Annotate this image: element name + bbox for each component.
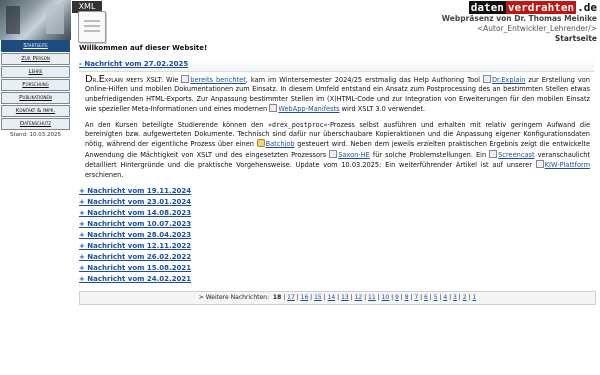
sidebar-item-zur-person[interactable]: Zur Person [1, 53, 70, 65]
link-kiw-plattform[interactable]: KIW-Plattform [545, 161, 590, 169]
pagination-link[interactable]: 14 [328, 294, 336, 301]
sidebar-item-publikationen[interactable]: Publikationen [1, 92, 70, 104]
last-updated: Stand: 10.03.2025 [9, 132, 62, 138]
sidebar-item-lehre[interactable]: Lehre [1, 66, 70, 78]
pagination-link[interactable]: 1 [472, 294, 476, 301]
logo-part-daten: daten [468, 1, 506, 14]
document-page-icon [78, 11, 106, 43]
news-toggle-item[interactable]: + Nachricht vom 14.08.2023 [79, 208, 594, 219]
logo-part-de: .de [577, 1, 597, 14]
main-content: Willkommen auf dieser Website! - Nachric… [79, 44, 596, 306]
photo-shelf-shape-2 [46, 4, 64, 34]
pagination-link[interactable]: 10 [382, 294, 390, 301]
link-saxon-he[interactable]: Saxon-HE [338, 151, 370, 159]
external-link-icon [535, 160, 544, 169]
pagination-link[interactable]: 5 [434, 294, 438, 301]
sidebar-item-forschung[interactable]: Forschung [1, 79, 70, 91]
logo-part-verdrahten: verdrahten [505, 1, 577, 14]
process-name-code: drex_postproc [272, 120, 324, 129]
news-toggle-item[interactable]: + Nachricht vom 15.08.2021 [79, 263, 594, 274]
pagination-link[interactable]: 16 [301, 294, 309, 301]
article-paragraph-1: Dr.Explain meets XSLT: Wie bereits beric… [85, 74, 590, 114]
current-page-label: Startseite [554, 34, 597, 43]
pagination-link[interactable]: 6 [424, 294, 428, 301]
link-screencast[interactable]: Screencast [498, 151, 534, 159]
pagination-link[interactable]: 7 [414, 294, 418, 301]
pagination-link[interactable]: 3 [453, 294, 457, 301]
site-owner: Webpräsenz von Dr. Thomas Meinike [441, 14, 597, 23]
photo-shelf-shape [6, 6, 20, 34]
news-toggle-item[interactable]: + Nachricht vom 24.02.2021 [79, 274, 594, 285]
news-toggle-item[interactable]: + Nachricht vom 12.11.2022 [79, 241, 594, 252]
pagination-link[interactable]: 4 [443, 294, 447, 301]
news-toggle-item[interactable]: + Nachricht vom 28.04.2023 [79, 230, 594, 241]
pagination-link[interactable]: 13 [341, 294, 349, 301]
pagination-current-page: 18 [272, 294, 282, 302]
link-webapp-manifests[interactable]: WebApp-Manifests [278, 105, 339, 113]
gear-icon [256, 139, 265, 148]
header-photo [0, 0, 71, 40]
pagination-link[interactable]: 9 [395, 294, 399, 301]
news-toggle-current[interactable]: - Nachricht vom 27.02.2025 [79, 57, 594, 72]
news-toggle-item[interactable]: + Nachricht vom 26.02.2022 [79, 252, 594, 263]
external-link-icon [181, 75, 190, 83]
news-pagination: > Weitere Nachrichten: 18 | 17 | 16 | 15… [79, 291, 596, 306]
news-toggle-item[interactable]: + Nachricht vom 10.07.2023 [79, 219, 594, 230]
welcome-heading: Willkommen auf dieser Website! [79, 44, 208, 52]
site-logo[interactable]: daten verdrahten .de [468, 1, 597, 14]
link-drexplain[interactable]: Dr.Explain [492, 76, 525, 84]
link-bereits-berichtet[interactable]: bereits berichtet [190, 76, 246, 84]
news-article: Dr.Explain meets XSLT: Wie bereits beric… [85, 75, 590, 180]
pagination-link[interactable]: 2 [463, 294, 467, 301]
link-batchjob[interactable]: Batchjob [266, 140, 295, 148]
news-toggle-item[interactable]: + Nachricht vom 23.01.2024 [79, 197, 594, 208]
external-link-icon [482, 75, 491, 83]
older-news-list: + Nachricht vom 19.11.2024 + Nachricht v… [79, 186, 594, 285]
drexplain-product-name: Dr.Explain meets [85, 74, 144, 85]
pagination-label: > Weitere Nachrichten: [198, 294, 269, 302]
external-link-icon [269, 104, 278, 113]
sidebar-nav: Startseite Zur Person Lehre Forschung Pu… [0, 40, 71, 138]
pagination-link[interactable]: 12 [355, 294, 363, 301]
news-toggle-item[interactable]: + Nachricht vom 19.11.2024 [79, 186, 594, 197]
sidebar-item-kontakt[interactable]: Kontakt & Impr. [1, 105, 70, 117]
pagination-pages: | 17 | 16 | 15 | 14 | 13 | 12 | 11 | 10 … [283, 294, 477, 302]
pagination-link[interactable]: 17 [287, 294, 295, 301]
pagination-link[interactable]: 11 [368, 294, 376, 301]
sidebar-item-startseite[interactable]: Startseite [1, 40, 70, 52]
sidebar-item-datenschutz[interactable]: Datenschutz [1, 118, 70, 130]
xml-document-icon: XML [72, 1, 110, 43]
site-tagline: <Autor_Entwickler_Lehrender/> [476, 24, 597, 33]
header-subtitle: Webpräsenz von Dr. Thomas Meinike <Autor… [442, 14, 597, 44]
pagination-link[interactable]: 15 [314, 294, 322, 301]
pagination-link[interactable]: 8 [405, 294, 409, 301]
video-icon [489, 149, 498, 158]
article-paragraph-2: An den Kursen beteiligte Studierende kön… [85, 120, 591, 179]
external-link-icon [329, 149, 338, 158]
